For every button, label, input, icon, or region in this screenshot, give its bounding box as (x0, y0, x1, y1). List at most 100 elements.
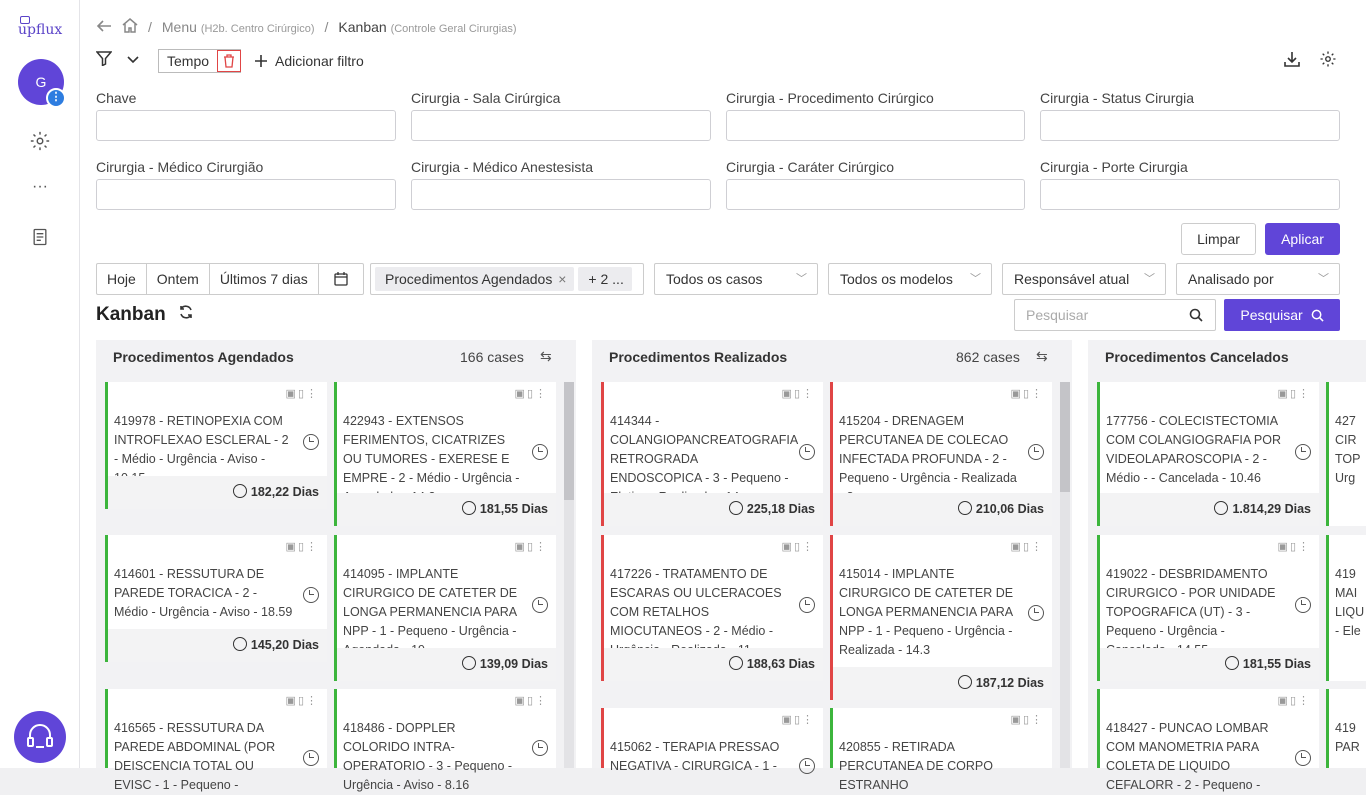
support-headset-button[interactable] (14, 711, 66, 763)
column-scrollbar[interactable] (1060, 382, 1070, 768)
more-icon[interactable]: ··· (28, 178, 52, 202)
more-columns-chip[interactable]: + 2 ... (578, 267, 632, 291)
kanban-card[interactable]: ▣▯⋮ 419022 - DESBRIDAMENTO CIRURGICO - P… (1097, 535, 1319, 681)
procedimento-input[interactable] (726, 110, 1025, 141)
add-filter-button[interactable]: Adicionar filtro (255, 53, 364, 69)
clear-button[interactable]: Limpar (1181, 223, 1256, 255)
clock-icon (1028, 444, 1044, 460)
date-yesterday-button[interactable]: Ontem (147, 264, 210, 294)
field-label-carater: Cirurgia - Caráter Cirúrgico (726, 159, 895, 175)
back-arrow-icon[interactable] (96, 19, 112, 36)
kanban-card[interactable]: ▣▯⋮ 177756 - COLECISTECTOMIA COM COLANGI… (1097, 382, 1319, 526)
kanban-card[interactable]: ▣▯⋮ 422943 - EXTENSOS FERIMENTOS, CICATR… (334, 382, 556, 526)
card-action-icons[interactable]: ▣▯⋮ (782, 540, 815, 553)
calendar-icon[interactable] (319, 264, 363, 294)
medico-anestesista-input[interactable] (411, 179, 711, 210)
card-action-icons[interactable]: ▣▯⋮ (1011, 387, 1044, 400)
trash-icon[interactable] (217, 50, 242, 72)
kanban-card[interactable]: ▣▯⋮ 415014 - IMPLANTE CIRURGICO DE CATET… (830, 535, 1052, 700)
date-range-group: Hoje Ontem Últimos 7 dias (96, 263, 364, 295)
card-action-icons[interactable]: ▣▯⋮ (515, 387, 548, 400)
card-action-icons[interactable]: ▣▯⋮ (1278, 694, 1311, 707)
swap-icon[interactable]: ⇆ (540, 348, 552, 365)
card-days: 139,09 Dias (479, 657, 548, 671)
card-action-icons[interactable]: ▣▯⋮ (1278, 540, 1311, 553)
card-footer: 188,63 Dias (604, 648, 823, 681)
kanban-card[interactable]: 427 CIR TOP Urg (1326, 382, 1366, 526)
kanban-card[interactable]: ▣▯⋮ 420855 - RETIRADA PERCUTANEA DE CORP… (830, 708, 1052, 792)
kanban-card[interactable]: ▣▯⋮ 414601 - RESSUTURA DE PAREDE TORACIC… (105, 535, 327, 662)
kanban-search-input[interactable]: Pesquisar (1014, 299, 1216, 331)
chave-input[interactable] (96, 110, 396, 141)
selected-column-chip[interactable]: Procedimentos Agendados × (375, 267, 575, 291)
card-days: 181,55 Dias (479, 502, 548, 516)
card-action-icons[interactable]: ▣▯⋮ (515, 694, 548, 707)
document-icon[interactable] (28, 227, 52, 251)
kanban-card[interactable]: 419 PAR (1326, 689, 1366, 768)
apply-button[interactable]: Aplicar (1265, 223, 1340, 255)
search-button[interactable]: Pesquisar (1224, 299, 1340, 331)
kanban-card[interactable]: ▣▯⋮ 415062 - TERAPIA PRESSAO NEGATIVA - … (601, 708, 823, 774)
breadcrumb-menu-sub: (H2b. Centro Cirúrgico) (200, 23, 315, 35)
gear-icon[interactable] (28, 130, 52, 154)
porte-cirurgia-input[interactable] (1040, 179, 1340, 210)
card-action-icons[interactable]: ▣▯⋮ (782, 387, 815, 400)
clock-icon (799, 597, 815, 613)
kanban-card[interactable]: ▣▯⋮ 414344 - COLANGIOPANCREATOGRAFIA RET… (601, 382, 823, 526)
timer-icon (957, 501, 972, 515)
status-cirurgia-input[interactable] (1040, 110, 1340, 141)
search-icon[interactable] (1189, 300, 1203, 330)
chevron-down-icon[interactable] (126, 52, 140, 70)
card-text: 418486 - DOPPLER COLORIDO INTRA-OPERATOR… (343, 721, 513, 792)
kanban-card[interactable]: ▣▯⋮ 417226 - TRATAMENTO DE ESCARAS OU UL… (601, 535, 823, 681)
card-action-icons[interactable]: ▣▯⋮ (515, 540, 548, 553)
download-icon[interactable] (1283, 50, 1301, 68)
refresh-icon[interactable] (178, 304, 194, 326)
date-last-7-days-button[interactable]: Últimos 7 dias (210, 264, 319, 294)
kanban-card[interactable]: 419 MAI LIQU - Ele (1326, 535, 1366, 681)
filter-icon[interactable] (95, 51, 113, 71)
card-action-icons[interactable]: ▣▯⋮ (1011, 540, 1044, 553)
kanban-card[interactable]: ▣▯⋮ 416565 - RESSUTURA DA PAREDE ABDOMIN… (105, 689, 327, 792)
home-icon[interactable] (122, 18, 138, 36)
kanban-card[interactable]: ▣▯⋮ 419978 - RETINOPEXIA COM INTROFLEXAO… (105, 382, 327, 509)
responsible-dropdown[interactable]: Responsável atual ﹀ (1002, 263, 1166, 295)
close-icon[interactable]: × (558, 271, 566, 287)
timer-icon (461, 656, 476, 670)
kanban-card[interactable]: ▣▯⋮ 415204 - DRENAGEM PERCUTANEA DE COLE… (830, 382, 1052, 526)
analyzed-by-dropdown[interactable]: Analisado por ﹀ (1176, 263, 1340, 295)
card-action-icons[interactable]: ▣▯⋮ (286, 694, 319, 707)
sala-cirurgica-input[interactable] (411, 110, 711, 141)
avatar-menu-badge[interactable]: ⋮ (46, 88, 66, 108)
card-action-icons[interactable]: ▣▯⋮ (286, 387, 319, 400)
cases-dropdown[interactable]: Todos os casos ﹀ (654, 263, 818, 295)
analyzed-by-dropdown-label: Analisado por (1188, 271, 1274, 287)
kanban-title: Kanban (96, 304, 194, 326)
card-text: 416565 - RESSUTURA DA PAREDE ABDOMINAL (… (114, 721, 276, 792)
card-days: 210,06 Dias (975, 502, 1044, 516)
swap-icon[interactable]: ⇆ (1036, 348, 1048, 365)
tempo-filter-chip[interactable]: Tempo (158, 49, 242, 73)
column-count: 862 cases (956, 349, 1020, 365)
breadcrumb-separator: / (148, 19, 152, 35)
card-action-icons[interactable]: ▣▯⋮ (1011, 713, 1044, 726)
card-footer: 1.814,29 Dias (1100, 493, 1319, 526)
models-dropdown[interactable]: Todos os modelos ﹀ (828, 263, 992, 295)
kanban-card[interactable]: ▣▯⋮ 414095 - IMPLANTE CIRURGICO DE CATET… (334, 535, 556, 681)
column-select[interactable]: Procedimentos Agendados × + 2 ... (370, 263, 644, 295)
breadcrumb-menu[interactable]: Menu (H2b. Centro Cirúrgico) (162, 19, 315, 35)
card-action-icons[interactable]: ▣▯⋮ (1278, 387, 1311, 400)
kanban-card[interactable]: ▣▯⋮ 418427 - PUNCAO LOMBAR COM MANOMETRI… (1097, 689, 1319, 792)
card-days: 182,22 Dias (250, 485, 319, 499)
kanban-card[interactable]: ▣▯⋮ 418486 - DOPPLER COLORIDO INTRA-OPER… (334, 689, 556, 792)
settings-icon[interactable] (1319, 50, 1337, 68)
card-footer: 145,20 Dias (108, 629, 327, 662)
sidebar: upflux G ⋮ ··· (0, 0, 80, 768)
carater-cirurgico-input[interactable] (726, 179, 1025, 210)
app-logo[interactable]: upflux (18, 16, 62, 40)
date-today-button[interactable]: Hoje (97, 264, 147, 294)
column-scrollbar[interactable] (564, 382, 574, 768)
medico-cirurgiao-input[interactable] (96, 179, 396, 210)
card-action-icons[interactable]: ▣▯⋮ (782, 713, 815, 726)
card-action-icons[interactable]: ▣▯⋮ (286, 540, 319, 553)
